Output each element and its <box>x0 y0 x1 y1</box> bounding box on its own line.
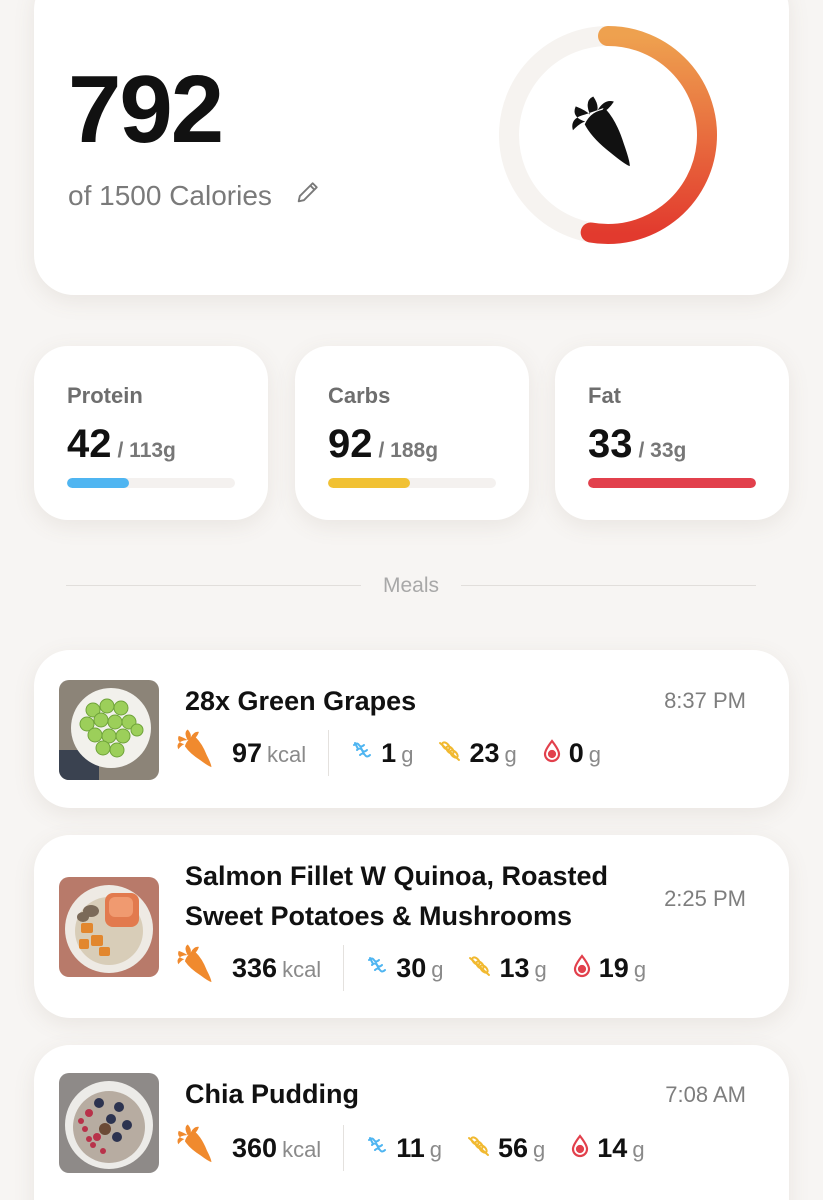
carbs-value: 92 <box>328 422 373 466</box>
fat-value-row: 33 / 33g <box>588 422 686 467</box>
fat-icon <box>571 953 593 983</box>
kcal-unit: kcal <box>282 1136 322 1162</box>
meal-card[interactable]: Chia Pudding 7:08 AM 360 kcal 11 g 56 g 14 g <box>34 1045 789 1200</box>
protein-unit: g <box>429 1136 442 1162</box>
meal-kcal: 360 <box>232 1132 278 1163</box>
kcal-unit: kcal <box>282 956 322 982</box>
protein-value: 42 <box>67 422 112 466</box>
meal-protein: 1 <box>381 737 397 768</box>
carbs-icon <box>467 953 493 984</box>
meal-time: 2:25 PM <box>664 886 746 911</box>
meal-protein: 30 <box>396 952 427 983</box>
meal-kcal: 336 <box>232 952 278 983</box>
fat-progress-bar <box>588 478 756 488</box>
carbs-unit: g <box>533 1136 546 1162</box>
meals-section-label: Meals <box>382 574 440 597</box>
calorie-goal-row: of 1500 Calories <box>68 178 322 213</box>
meal-card[interactable]: 28x Green Grapes 8:37 PM 97 kcal 1g 23 g 0… <box>34 650 789 808</box>
fat-label: Fat <box>588 383 621 408</box>
protein-unit: g <box>431 956 444 982</box>
calorie-summary-card: 792 of 1500 Calories <box>34 0 789 295</box>
protein-goal: / 113g <box>117 439 176 462</box>
calorie-progress-ring <box>499 26 717 244</box>
fat-value: 33 <box>588 422 633 466</box>
meal-fat: 0 <box>568 737 584 768</box>
carrot-icon <box>174 727 222 780</box>
meal-stats: 336 kcal 30 g 13 g 19 g <box>174 943 670 993</box>
meal-protein: 11 <box>396 1132 425 1163</box>
meal-fat: 14 <box>597 1132 628 1163</box>
carrot-icon <box>174 942 222 995</box>
fat-progress-fill <box>588 478 756 488</box>
calorie-goal-text: of 1500 Calories <box>68 179 272 211</box>
pencil-icon[interactable] <box>294 178 322 213</box>
carbs-progress-bar <box>328 478 496 488</box>
stats-divider <box>343 945 345 991</box>
carbs-icon <box>466 1133 492 1164</box>
protein-progress-fill <box>67 478 130 488</box>
fat-card[interactable]: Fat 33 / 33g <box>555 346 789 520</box>
fat-unit: g <box>632 1136 645 1162</box>
meal-stats: 97 kcal 1g 23 g 0g <box>174 728 625 778</box>
meal-card[interactable]: Salmon Fillet W Quinoa, Roasted Sweet Po… <box>34 835 789 1018</box>
carbs-label: Carbs <box>328 383 391 408</box>
meal-photo-chia-pudding <box>59 1073 159 1173</box>
meals-divider: Meals <box>66 570 756 602</box>
carbs-value-row: 92 / 188g <box>328 422 438 467</box>
meal-photo-salmon <box>59 877 159 977</box>
fat-unit: g <box>633 956 647 982</box>
protein-value-row: 42 / 113g <box>67 422 176 467</box>
calories-consumed: 792 <box>68 56 224 163</box>
carbs-unit: g <box>504 741 517 767</box>
fat-unit: g <box>588 741 602 767</box>
meal-photo-grapes <box>59 680 159 780</box>
divider-line-right <box>461 585 756 586</box>
carbs-unit: g <box>534 956 547 982</box>
meal-carbs: 13 <box>499 952 530 983</box>
meal-time: 7:08 AM <box>665 1082 746 1107</box>
carbs-goal: / 188g <box>378 439 439 462</box>
fat-goal: / 33g <box>638 439 687 462</box>
protein-icon <box>351 739 375 768</box>
meal-time: 8:37 PM <box>664 688 746 713</box>
kcal-unit: kcal <box>267 741 307 767</box>
carrot-icon <box>572 96 630 167</box>
fat-icon <box>541 738 563 768</box>
carbs-progress-fill <box>328 478 411 488</box>
protein-icon <box>366 954 390 983</box>
meal-carbs: 56 <box>497 1132 529 1163</box>
protein-label: Protein <box>67 383 143 408</box>
meal-stats: 360 kcal 11 g 56 g 14 g <box>174 1123 669 1173</box>
carrot-icon <box>174 1122 222 1175</box>
stats-divider <box>343 1125 345 1171</box>
protein-icon <box>366 1134 390 1163</box>
protein-card[interactable]: Protein 42 / 113g <box>34 346 268 520</box>
meal-carbs: 23 <box>469 737 500 768</box>
carbs-icon <box>437 738 463 769</box>
meal-kcal: 97 <box>232 737 263 768</box>
meal-name: Salmon Fillet W Quinoa, Roasted Sweet Po… <box>185 861 609 931</box>
fat-icon <box>569 1133 591 1163</box>
carbs-card[interactable]: Carbs 92 / 188g <box>295 346 529 520</box>
meal-fat: 19 <box>598 952 629 983</box>
meal-name: 28x Green Grapes <box>185 686 417 716</box>
protein-progress-bar <box>67 478 235 488</box>
stats-divider <box>328 730 330 776</box>
meal-name: Chia Pudding <box>185 1079 359 1109</box>
protein-unit: g <box>401 741 414 767</box>
